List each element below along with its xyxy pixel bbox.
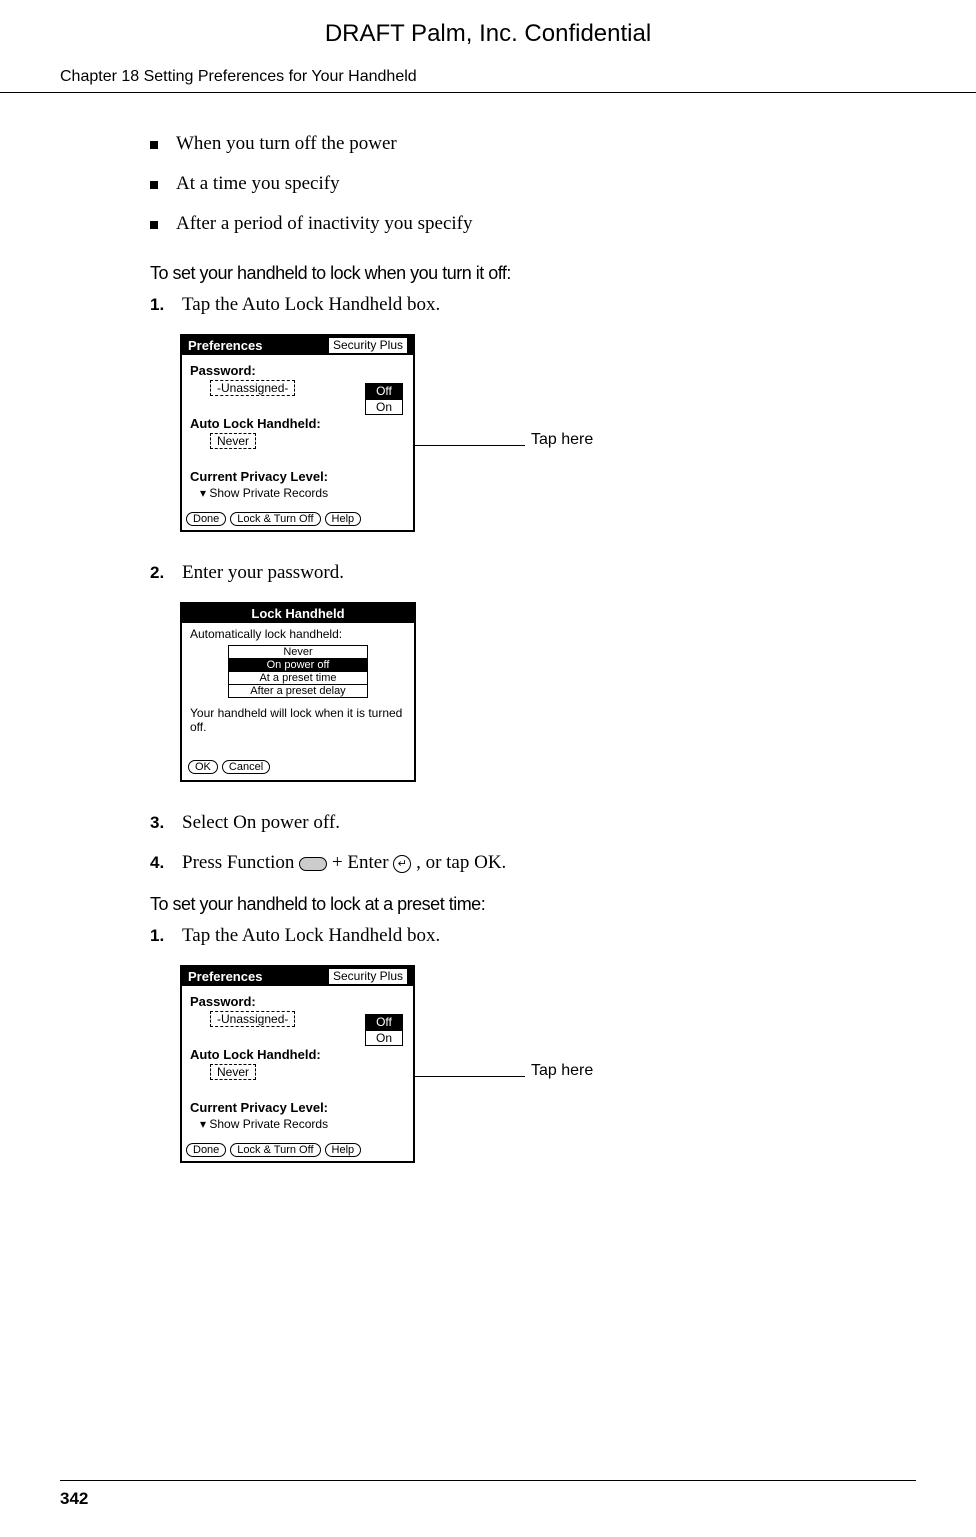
palm-title-right: Security Plus	[329, 338, 407, 353]
draft-confidential-header: DRAFT Palm, Inc. Confidential	[0, 0, 976, 68]
help-button[interactable]: Help	[325, 512, 362, 526]
lock-message: Your handheld will lock when it is turne…	[190, 706, 406, 734]
lock-option-preset-delay[interactable]: After a preset delay	[229, 685, 368, 698]
callout-tap-here: Tap here	[531, 431, 593, 449]
step-text: Select On power off.	[182, 812, 916, 834]
lock-option-on-power-off[interactable]: On power off	[229, 659, 368, 672]
step-number: 4.	[150, 853, 170, 873]
bullet-icon	[150, 221, 158, 229]
bullet-list: When you turn off the power At a time yo…	[150, 133, 916, 235]
on-option[interactable]: On	[365, 399, 403, 415]
privacy-dropdown[interactable]: ▾ Show Private Records	[200, 486, 405, 500]
password-field[interactable]: -Unassigned-	[210, 1011, 295, 1027]
step-text: Enter your password.	[182, 562, 916, 584]
password-label: Password:	[190, 994, 405, 1009]
figure-preferences-1: Preferences Security Plus Password: -Una…	[180, 334, 916, 532]
bullet-item: At a time you specify	[150, 173, 916, 195]
lock-turnoff-button[interactable]: Lock & Turn Off	[230, 1143, 320, 1157]
off-option[interactable]: Off	[365, 1014, 403, 1030]
privacy-label: Current Privacy Level:	[190, 469, 405, 484]
password-field[interactable]: -Unassigned-	[210, 380, 295, 396]
figure-preferences-2: Preferences Security Plus Password: -Una…	[180, 965, 916, 1163]
step-4: 4. Press Function + Enter ↵ , or tap OK.	[150, 852, 916, 874]
step4-mid: + Enter	[332, 852, 393, 873]
done-button[interactable]: Done	[186, 512, 226, 526]
help-button[interactable]: Help	[325, 1143, 362, 1157]
step-1: 1. Tap the Auto Lock Handheld box.	[150, 294, 916, 316]
footer-rule	[60, 1480, 916, 1481]
lock-options-list: Never On power off At a preset time Afte…	[228, 645, 368, 698]
enter-key-icon: ↵	[393, 855, 411, 873]
bullet-icon	[150, 141, 158, 149]
step-text: Tap the Auto Lock Handheld box.	[182, 925, 916, 947]
procedure-heading-turnoff: To set your handheld to lock when you tu…	[150, 263, 916, 284]
palm-titlebar: Preferences Security Plus	[182, 967, 413, 986]
palm-lock-handheld-screen: Lock Handheld Automatically lock handhel…	[180, 602, 416, 782]
autolock-label: Auto Lock Handheld:	[190, 416, 405, 431]
section2-step-1: 1. Tap the Auto Lock Handheld box.	[150, 925, 916, 947]
on-option[interactable]: On	[365, 1030, 403, 1046]
palm-preferences-screen: Preferences Security Plus Password: -Una…	[180, 965, 415, 1163]
callout-line	[415, 1076, 525, 1077]
lock-title: Lock Handheld	[182, 604, 414, 623]
palm-title-left: Preferences	[188, 969, 262, 984]
procedure-heading-presettime: To set your handheld to lock at a preset…	[150, 894, 916, 915]
palm-title-right: Security Plus	[329, 969, 407, 984]
cancel-button[interactable]: Cancel	[222, 760, 270, 774]
done-button[interactable]: Done	[186, 1143, 226, 1157]
step4-post: , or tap OK.	[416, 852, 506, 873]
password-label: Password:	[190, 363, 405, 378]
chapter-header: Chapter 18 Setting Preferences for Your …	[0, 68, 976, 93]
bullet-text: After a period of inactivity you specify	[176, 213, 473, 235]
step-number: 3.	[150, 813, 170, 833]
privacy-label: Current Privacy Level:	[190, 1100, 405, 1115]
function-key-icon	[299, 857, 327, 871]
off-option[interactable]: Off	[365, 383, 403, 399]
bullet-item: After a period of inactivity you specify	[150, 213, 916, 235]
autolock-selector[interactable]: Never	[210, 1064, 256, 1080]
palm-title-left: Preferences	[188, 338, 262, 353]
step4-pre: Press Function	[182, 852, 299, 873]
step-2: 2. Enter your password.	[150, 562, 916, 584]
bullet-item: When you turn off the power	[150, 133, 916, 155]
palm-preferences-screen: Preferences Security Plus Password: -Una…	[180, 334, 415, 532]
callout-line	[415, 445, 525, 446]
lock-option-never[interactable]: Never	[229, 646, 368, 659]
lock-option-preset-time[interactable]: At a preset time	[229, 672, 368, 685]
off-on-toggle[interactable]: Off On	[365, 1014, 403, 1046]
ok-button[interactable]: OK	[188, 760, 218, 774]
off-on-toggle[interactable]: Off On	[365, 383, 403, 415]
autolock-label: Auto Lock Handheld:	[190, 1047, 405, 1062]
lock-prompt: Automatically lock handheld:	[190, 627, 406, 641]
bullet-icon	[150, 181, 158, 189]
step-number: 1.	[150, 926, 170, 946]
step-text: Tap the Auto Lock Handheld box.	[182, 294, 916, 316]
step-text: Press Function + Enter ↵ , or tap OK.	[182, 852, 916, 874]
palm-titlebar: Preferences Security Plus	[182, 336, 413, 355]
privacy-dropdown[interactable]: ▾ Show Private Records	[200, 1117, 405, 1131]
step-3: 3. Select On power off.	[150, 812, 916, 834]
step-number: 1.	[150, 295, 170, 315]
bullet-text: When you turn off the power	[176, 133, 397, 155]
callout-tap-here: Tap here	[531, 1062, 593, 1080]
bullet-text: At a time you specify	[176, 173, 340, 195]
lock-turnoff-button[interactable]: Lock & Turn Off	[230, 512, 320, 526]
page-number: 342	[60, 1489, 88, 1509]
autolock-selector[interactable]: Never	[210, 433, 256, 449]
step-number: 2.	[150, 563, 170, 583]
